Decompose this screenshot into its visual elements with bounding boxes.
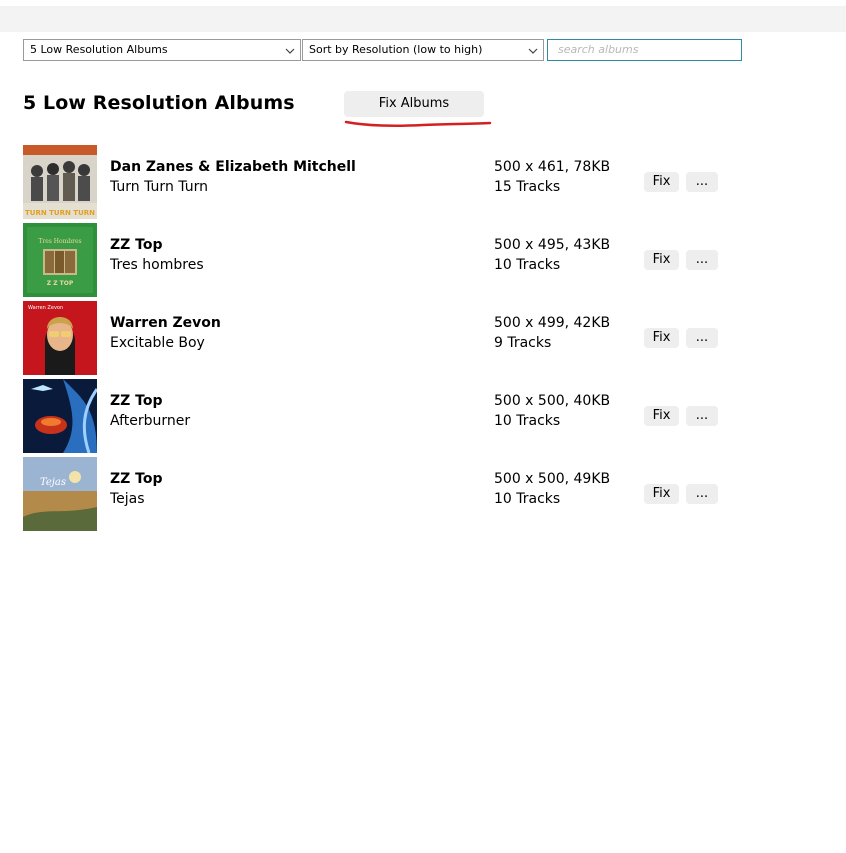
fix-button[interactable]: Fix xyxy=(644,484,679,504)
album-row[interactable]: Tejas ZZ Top Tejas 500 x 500, 49KB 10 Tr… xyxy=(0,457,846,531)
fix-button[interactable]: Fix xyxy=(644,172,679,192)
svg-text:TURN TURN TURN: TURN TURN TURN xyxy=(25,209,95,217)
sort-dropdown-value: Sort by Resolution (low to high) xyxy=(309,43,483,56)
artist-name: Warren Zevon xyxy=(110,315,221,331)
red-underline-annotation xyxy=(344,120,492,128)
album-cover xyxy=(23,379,97,453)
album-cover: Tres Hombres Z Z TOP xyxy=(23,223,97,297)
artist-name: ZZ Top xyxy=(110,393,163,409)
sort-dropdown[interactable]: Sort by Resolution (low to high) xyxy=(302,39,544,61)
svg-text:Tres Hombres: Tres Hombres xyxy=(38,238,81,245)
fix-button[interactable]: Fix xyxy=(644,328,679,348)
more-button[interactable]: ... xyxy=(686,406,718,426)
more-button[interactable]: ... xyxy=(686,484,718,504)
track-count: 15 Tracks xyxy=(494,179,561,195)
search-input[interactable]: search albums xyxy=(547,39,742,61)
chevron-down-icon xyxy=(285,48,295,54)
resolution-info: 500 x 461, 78KB xyxy=(494,159,611,175)
album-title: Excitable Boy xyxy=(110,335,205,351)
track-count: 10 Tracks xyxy=(494,491,561,507)
album-title: Tres hombres xyxy=(110,257,204,273)
artist-name: ZZ Top xyxy=(110,471,163,487)
filter-dropdown[interactable]: 5 Low Resolution Albums xyxy=(23,39,301,61)
svg-text:Tejas: Tejas xyxy=(40,477,66,488)
track-count: 10 Tracks xyxy=(494,257,561,273)
filter-dropdown-value: 5 Low Resolution Albums xyxy=(30,43,168,56)
resolution-info: 500 x 500, 40KB xyxy=(494,393,611,409)
album-row[interactable]: ZZ Top Afterburner 500 x 500, 40KB 10 Tr… xyxy=(0,379,846,453)
track-count: 10 Tracks xyxy=(494,413,561,429)
fix-button[interactable]: Fix xyxy=(644,406,679,426)
album-title: Afterburner xyxy=(110,413,191,429)
album-title: Turn Turn Turn xyxy=(110,179,208,195)
track-count: 9 Tracks xyxy=(494,335,552,351)
album-title: Tejas xyxy=(110,491,145,507)
artist-name: Dan Zanes & Elizabeth Mitchell xyxy=(110,159,356,175)
album-cover: Warren Zevon xyxy=(23,301,97,375)
more-button[interactable]: ... xyxy=(686,172,718,192)
search-placeholder: search albums xyxy=(558,43,639,56)
album-row[interactable]: Tres Hombres Z Z TOP ZZ Top Tres hombres… xyxy=(0,223,846,297)
album-row[interactable]: Warren Zevon Warren Zevon Excitable Boy … xyxy=(0,301,846,375)
artist-name: ZZ Top xyxy=(110,237,163,253)
resolution-info: 500 x 495, 43KB xyxy=(494,237,611,253)
fix-button[interactable]: Fix xyxy=(644,250,679,270)
chevron-down-icon xyxy=(528,48,538,54)
album-row[interactable]: TURN TURN TURN Dan Zanes & Elizabeth Mit… xyxy=(0,145,846,219)
album-cover: Tejas xyxy=(23,457,97,531)
album-cover: TURN TURN TURN xyxy=(23,145,97,219)
resolution-info: 500 x 500, 49KB xyxy=(494,471,611,487)
svg-text:Z Z TOP: Z Z TOP xyxy=(47,280,74,287)
svg-text:Warren Zevon: Warren Zevon xyxy=(28,305,63,311)
fix-albums-button[interactable]: Fix Albums xyxy=(344,91,484,117)
more-button[interactable]: ... xyxy=(686,250,718,270)
resolution-info: 500 x 499, 42KB xyxy=(494,315,611,331)
page-title: 5 Low Resolution Albums xyxy=(23,92,295,114)
top-bar xyxy=(0,6,846,32)
more-button[interactable]: ... xyxy=(686,328,718,348)
